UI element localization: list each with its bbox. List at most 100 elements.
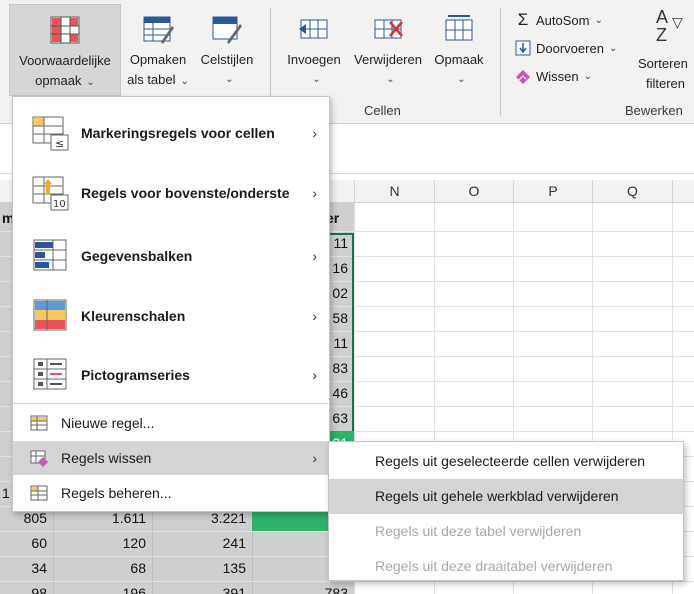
column-header-p[interactable]: P (513, 180, 592, 203)
conditional-formatting-icon (50, 16, 80, 44)
sigma-icon: Σ (517, 10, 529, 29)
svg-text:10: 10 (53, 199, 66, 210)
chevron-down-icon: ⌄ (312, 74, 321, 85)
menu-item-label: Kleurenschalen (81, 308, 186, 324)
cell-styles-label: Celstijlen (200, 52, 254, 67)
fill-button[interactable]: Doorvoeren ⌄ (514, 36, 617, 60)
chevron-down-icon: ⌄ (386, 74, 395, 85)
format-as-table-label-line1: Opmaken (129, 52, 187, 67)
sort-filter-button[interactable]: AZ ▽ Sorteren filteren (636, 8, 694, 92)
menu-item-new-rule[interactable]: Nieuwe regel... (13, 406, 329, 440)
chevron-down-icon: ⌄ (86, 77, 95, 88)
format-as-table-label-line2: als tabel (127, 72, 176, 87)
cell-value[interactable]: 98 (0, 581, 53, 594)
cell-value[interactable]: 34 (0, 556, 53, 581)
menu-item-icon-sets[interactable]: Pictogramseries › (13, 347, 329, 403)
clear-label: Wissen (536, 68, 579, 84)
fill-label: Doorvoeren (536, 40, 604, 56)
menu-item-label: Pictogramseries (81, 367, 190, 383)
chevron-down-icon: ⌄ (457, 74, 466, 85)
manage-rules-icon (30, 485, 48, 501)
submenu-item-clear-this-pivottable: Regels uit deze draaitabel verwijderen (375, 558, 613, 574)
highlight-cells-rules-icon: ≤ (32, 116, 69, 151)
menu-item-clear-rules[interactable]: Regels wissen › (13, 441, 329, 475)
chevron-down-icon: ⌄ (180, 76, 189, 87)
format-as-table-button[interactable]: Opmaken als tabel ⌄ (123, 4, 193, 96)
conditional-formatting-label-line1: Voorwaardelijke (19, 53, 111, 68)
new-rule-icon (30, 415, 48, 431)
cell-value[interactable]: 196 (53, 581, 152, 594)
chevron-right-icon: › (312, 185, 317, 201)
menu-item-label: Markeringsregels voor cellen (81, 125, 275, 141)
menu-item-label: Gegevensbalken (81, 248, 193, 264)
eraser-icon (514, 67, 532, 85)
chevron-right-icon: › (312, 125, 317, 141)
autosum-button[interactable]: Σ AutoSom ⌄ (514, 8, 603, 32)
clear-rules-submenu: Regels uit geselecteerde cellen verwijde… (328, 441, 684, 581)
menu-divider (13, 403, 329, 404)
menu-item-label: Regels voor bovenste/onderste (81, 185, 290, 201)
cell-value[interactable]: 241 (152, 531, 252, 556)
clear-rules-icon (30, 450, 48, 467)
cell-value[interactable]: 68 (53, 556, 152, 581)
chevron-right-icon: › (312, 308, 317, 324)
autosum-label: AutoSom (536, 12, 590, 28)
format-cells-button[interactable]: Opmaak ⌄ (429, 4, 489, 96)
partial-header-cell: m (2, 210, 15, 226)
submenu-item-clear-this-table: Regels uit deze tabel verwijderen (375, 523, 582, 539)
submenu-item-clear-entire-sheet[interactable]: Regels uit gehele werkblad verwijderen (329, 479, 683, 514)
chevron-down-icon: ⌄ (583, 70, 593, 82)
cells-group-label: Cellen (364, 103, 401, 118)
menu-item-label: Regels wissen (61, 450, 152, 466)
delete-cells-button[interactable]: Verwijderen ⌄ (348, 4, 428, 96)
menu-item-label: Regels beheren... (61, 485, 172, 501)
color-scales-icon (33, 299, 67, 331)
cell-value[interactable]: 135 (152, 556, 252, 581)
menu-item-color-scales[interactable]: Kleurenschalen › (13, 288, 329, 344)
conditional-formatting-button[interactable]: Voorwaardelijke opmaak ⌄ (9, 4, 121, 96)
conditional-formatting-menu: ≤ Markeringsregels voor cellen › 10 Rege… (12, 96, 330, 512)
sort-filter-label-line1: Sorteren (638, 56, 688, 71)
sort-az-icon: AZ (656, 8, 669, 45)
column-header-n[interactable]: N (354, 180, 434, 203)
cell-styles-icon (212, 16, 242, 44)
chevron-down-icon: ⌄ (608, 42, 618, 54)
sort-filter-label-line2: filteren (646, 76, 686, 91)
submenu-item-clear-selected-cells[interactable]: Regels uit geselecteerde cellen verwijde… (329, 444, 683, 479)
format-label: Opmaak (434, 52, 484, 67)
column-header-o[interactable]: O (434, 180, 513, 203)
format-as-table-icon (143, 16, 174, 44)
delete-label: Verwijderen (354, 52, 422, 67)
chevron-right-icon: › (312, 367, 317, 383)
chevron-down-icon: ⌄ (594, 14, 603, 26)
column-header-q[interactable]: Q (592, 180, 672, 203)
column-header-r[interactable] (672, 180, 694, 203)
cell-styles-button[interactable]: Celstijlen ⌄ (195, 4, 259, 96)
delete-cells-icon (374, 19, 403, 39)
menu-item-data-bars[interactable]: Gegevensbalken › (13, 228, 329, 284)
top-bottom-rules-icon: 10 (32, 176, 69, 211)
cell-value[interactable]: 60 (0, 531, 53, 556)
menu-item-highlight-cells-rules[interactable]: ≤ Markeringsregels voor cellen › (13, 105, 329, 161)
insert-cells-button[interactable]: Invoegen ⌄ (281, 4, 347, 96)
clear-button[interactable]: Wissen ⌄ (514, 64, 592, 88)
chevron-right-icon: › (312, 450, 317, 466)
ribbon-separator (500, 8, 501, 116)
chevron-down-icon: ⌄ (225, 74, 234, 85)
menu-item-manage-rules[interactable]: Regels beheren... (13, 476, 329, 510)
cell-value[interactable]: 391 (152, 581, 252, 594)
chevron-right-icon: › (312, 248, 317, 264)
menu-item-top-bottom-rules[interactable]: 10 Regels voor bovenste/onderste › (13, 165, 329, 221)
insert-label: Invoegen (287, 52, 341, 67)
conditional-formatting-label-line2: opmaak (35, 73, 82, 88)
format-cells-icon (445, 15, 473, 41)
icon-sets-icon (33, 358, 67, 390)
editing-group-label: Bewerken (625, 103, 683, 118)
data-bars-icon (33, 239, 67, 271)
fill-down-icon (514, 39, 532, 57)
cell-value[interactable]: 120 (53, 531, 152, 556)
svg-text:≤: ≤ (55, 137, 64, 150)
filter-icon: ▽ (672, 14, 683, 30)
menu-item-label: Nieuwe regel... (61, 415, 155, 431)
insert-cells-icon (299, 19, 328, 39)
